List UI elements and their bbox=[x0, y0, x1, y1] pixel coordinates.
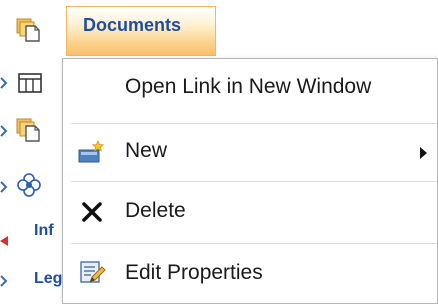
menu-item-label: New bbox=[125, 139, 168, 162]
document-library-icon bbox=[16, 16, 42, 42]
flower-icon[interactable] bbox=[16, 172, 42, 198]
menu-item-open-link-new-window[interactable]: Open Link in New Window bbox=[63, 59, 437, 117]
menu-item-delete[interactable]: Delete bbox=[63, 183, 437, 241]
tree-item-label[interactable]: Inf bbox=[34, 222, 54, 240]
tree-expander-icon[interactable] bbox=[0, 274, 8, 288]
tree-expander-icon[interactable] bbox=[0, 124, 8, 138]
menu-item-new[interactable]: New bbox=[63, 125, 437, 179]
delete-x-icon bbox=[77, 197, 107, 227]
menu-separator bbox=[71, 123, 437, 124]
tree-item-label[interactable]: Leg bbox=[34, 270, 62, 288]
menu-separator bbox=[71, 181, 437, 182]
red-marker-icon bbox=[0, 234, 10, 248]
menu-separator bbox=[71, 243, 437, 244]
menu-item-edit-properties[interactable]: Edit Properties bbox=[63, 245, 437, 303]
tree-node-documents[interactable]: Documents bbox=[66, 6, 216, 56]
menu-item-label: Edit Properties bbox=[125, 261, 263, 284]
menu-item-label: Delete bbox=[125, 199, 186, 222]
document-library-icon[interactable] bbox=[16, 116, 42, 142]
context-menu: Open Link in New Window New Delete Edit … bbox=[62, 58, 438, 304]
tree-node-documents-label: Documents bbox=[83, 15, 182, 35]
menu-item-label: Open Link in New Window bbox=[125, 75, 372, 98]
tree-expander-icon[interactable] bbox=[0, 180, 8, 194]
new-document-icon bbox=[77, 137, 107, 167]
tree-expander-icon[interactable] bbox=[0, 76, 8, 90]
edit-properties-icon bbox=[77, 257, 107, 287]
list-icon[interactable] bbox=[18, 72, 42, 94]
submenu-arrow-icon bbox=[420, 147, 427, 159]
